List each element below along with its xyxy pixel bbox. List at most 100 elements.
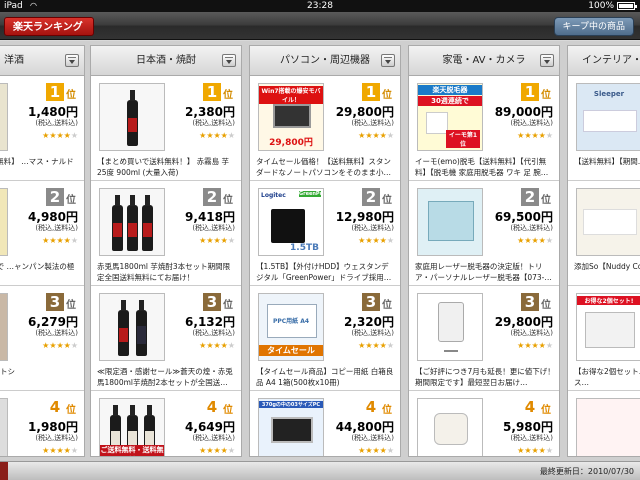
- rating-stars: ★★★★★: [517, 131, 553, 140]
- product-title[interactable]: 【タイムセール商品】コピー用紙 白箱良品 A4 1箱(500枚x10冊): [256, 366, 396, 388]
- ranking-item[interactable]: 4位 1,980円 (税込,送料込) ★★★★★: [0, 391, 84, 456]
- product-thumbnail[interactable]: お得な2個セット!: [576, 293, 640, 361]
- star-icon: ★: [56, 131, 64, 140]
- star-icon: ★: [531, 446, 539, 455]
- product-thumbnail[interactable]: Logitec GreenPower 1.5TB: [258, 188, 324, 256]
- star-icon: ★: [545, 341, 553, 350]
- ranking-item[interactable]: Win7搭載の爆安モバイル！ 29,800円 1位 29,800円 (税込,送料…: [250, 76, 400, 181]
- ranking-columns[interactable]: ・洋酒 1位 1,480円 (税込,送料込) ★★★★★ 予定です】【送料無料】…: [0, 41, 640, 461]
- ranking-item[interactable]: 3位 29,800円 (税込,送料込) ★★★★★ 【ご好評につき7月も延長！更…: [409, 286, 559, 391]
- product-title[interactable]: 赤兎馬1800ml 芋焼酎3本セット期間限定全国送料無料にてお届け！: [97, 261, 237, 283]
- ranking-item[interactable]: 1位 2,380円 (税込,送料込) ★★★★★ 【まとめ買いで送料無料！】 赤…: [91, 76, 241, 181]
- tax-note: (税込,送料込): [351, 434, 394, 442]
- star-icon: ★: [213, 446, 221, 455]
- star-icon: ★: [220, 341, 228, 350]
- ranking-item[interactable]: Sleeper 【送料無料】【期間…トルース…: [568, 76, 640, 181]
- column-menu-icon[interactable]: [381, 54, 395, 67]
- product-thumbnail[interactable]: Win7搭載の爆安モバイル！ 29,800円: [258, 83, 324, 151]
- thumbnail-caption: 30週連続で: [418, 96, 482, 106]
- tax-note: (税込,送料込): [35, 434, 78, 442]
- ranking-item[interactable]: 370gの中の03サイズPC 4位 44,800円 (税込,送料込) ★★★★★: [250, 391, 400, 456]
- ranking-item[interactable]: 2位 4,980円 (税込,送料込) ★★★★★ 限り！1本830円で …ャンパ…: [0, 181, 84, 286]
- product-thumbnail[interactable]: ご送料無料・送料無料: [99, 398, 165, 456]
- product-thumbnail[interactable]: 楽天脱毛器 30週連続で イーモ第1位: [417, 83, 483, 151]
- ranking-item[interactable]: Logitec GreenPower 1.5TB 2位 12,980円 (税込,…: [250, 181, 400, 286]
- product-title[interactable]: タイムセール価格！【送料無料】スタンダードなノートパソコンをそのまま小…: [256, 156, 396, 178]
- star-icon: ★: [213, 236, 221, 245]
- product-title[interactable]: 【送料無料】【期間…トルース…: [574, 156, 640, 178]
- product-thumbnail[interactable]: [417, 188, 483, 256]
- product-thumbnail[interactable]: [0, 398, 8, 456]
- product-thumbnail[interactable]: [0, 83, 8, 151]
- ranking-back-button[interactable]: 楽天ランキング: [4, 17, 94, 36]
- star-icon: ★: [220, 446, 228, 455]
- ranking-item[interactable]: PPC用紙 A4 タイムセール 3位 2,320円 (税込,送料込) ★★★★★…: [250, 286, 400, 391]
- thumbnail-caption: お得な2個セット!: [577, 296, 640, 305]
- product-thumbnail[interactable]: [576, 188, 640, 256]
- star-icon: ★: [386, 236, 394, 245]
- tax-note: (税込,送料込): [510, 434, 553, 442]
- thumbnail-caption: PPC用紙 A4: [272, 318, 310, 325]
- product-title[interactable]: 【1.5TB】【外付けHDD】ウェスタンデジタル「GreenPower」ドライブ…: [256, 261, 396, 283]
- thumbnail-caption: Sleeper: [593, 90, 625, 98]
- thumbnail-capacity: 1.5TB: [290, 243, 319, 253]
- kept-items-button[interactable]: キープ中の商品: [553, 17, 634, 36]
- rank-badge: 3位: [203, 292, 233, 311]
- ranking-item[interactable]: 添加So【Nuddy Cot…: [568, 181, 640, 286]
- product-thumbnail[interactable]: PPC用紙 A4 タイムセール: [258, 293, 324, 361]
- product-title[interactable]: 【ご好評につき7月も延長！更に値下げ！期間限定です】最短翌日お届け…: [415, 366, 555, 388]
- ranking-item[interactable]: 3位 6,279円 (税込,送料込) ★★★★★ パロン・ド・ロートシ: [0, 286, 84, 391]
- tax-note: (税込,送料込): [35, 224, 78, 232]
- product-title[interactable]: 家庭用レーザー脱毛器の決定版！トリア・パーソナルレーザー脱毛器【073-…: [415, 261, 555, 283]
- category-column-interior: インテリア・ Sleeper 【送料無料】【期間…トルース… 添加So【Nudd…: [567, 45, 640, 457]
- product-thumbnail[interactable]: [0, 188, 8, 256]
- ranking-item[interactable]: 3位 6,132円 (税込,送料込) ★★★★★ ≪限定酒・感謝セール≫蒼天の煌…: [91, 286, 241, 391]
- last-updated-label: 最終更新日：2010/07/30: [539, 467, 634, 476]
- rating-stars: ★★★★★: [42, 341, 78, 350]
- product-title[interactable]: 予定です】【送料無料】 …マス・ナルドー 【正規: [0, 156, 80, 178]
- column-menu-icon[interactable]: [65, 54, 79, 67]
- product-title[interactable]: 限り！1本830円で …ャンパン製法の極上…: [0, 261, 80, 283]
- star-icon: ★: [63, 236, 71, 245]
- product-thumbnail[interactable]: [99, 293, 165, 361]
- star-icon: ★: [372, 131, 380, 140]
- rank-badge: 1位: [362, 82, 392, 101]
- product-title[interactable]: 【まとめ買いで送料無料！】 赤霧島 芋 25度 900ml (大量入荷): [97, 156, 237, 178]
- star-icon: ★: [70, 341, 78, 350]
- product-thumbnail[interactable]: [417, 293, 483, 361]
- product-thumbnail[interactable]: [576, 398, 640, 456]
- ranking-item[interactable]: 4位 5,980円 (税込,送料込) ★★★★★: [409, 391, 559, 456]
- product-title[interactable]: ≪限定酒・感謝セール≫蒼天の煌・赤兎馬1800ml芋焼酎2本セットが全国送…: [97, 366, 237, 388]
- star-icon: ★: [70, 236, 78, 245]
- column-menu-icon[interactable]: [222, 54, 236, 67]
- product-title[interactable]: パロン・ド・ロートシ: [0, 366, 80, 388]
- star-icon: ★: [63, 446, 71, 455]
- ranking-item[interactable]: お得な2個セット! 【お得な2個セット…ラク引き出しチェス…: [568, 286, 640, 391]
- star-icon: ★: [56, 446, 64, 455]
- mattress-image: [583, 110, 637, 132]
- product-thumbnail[interactable]: 370gの中の03サイズPC: [258, 398, 324, 456]
- star-icon: ★: [227, 446, 235, 455]
- star-icon: ★: [538, 131, 546, 140]
- ranking-item[interactable]: 1位 1,480円 (税込,送料込) ★★★★★ 予定です】【送料無料】 …マス…: [0, 76, 84, 181]
- tax-note: (税込,送料込): [351, 329, 394, 337]
- product-thumbnail[interactable]: [99, 188, 165, 256]
- rank-badge: 2位: [203, 187, 233, 206]
- ranking-item[interactable]: 楽天脱毛器 30週連続で イーモ第1位 1位 89,000円 (税込,送料込) …: [409, 76, 559, 181]
- ranking-item[interactable]: 2位 9,418円 (税込,送料込) ★★★★★ 赤兎馬1800ml 芋焼酎3本…: [91, 181, 241, 286]
- product-title[interactable]: 添加So【Nuddy Cot…: [574, 261, 640, 283]
- product-thumbnail[interactable]: [99, 83, 165, 151]
- column-menu-icon[interactable]: [540, 54, 554, 67]
- product-title[interactable]: イーモ(emo)脱毛【送料無料】【代引無料】【脱毛機 家庭用脱毛器 ワキ 足 腕…: [415, 156, 555, 178]
- column-title: インテリア・: [582, 55, 640, 66]
- rating-stars: ★★★★★: [42, 236, 78, 245]
- thumbnail-caption: 楽天脱毛器: [418, 85, 482, 95]
- ranking-item[interactable]: ご送料無料・送料無料 4位 4,649円 (税込,送料込) ★★★★★: [91, 391, 241, 456]
- column-header: インテリア・: [568, 46, 640, 76]
- ranking-item[interactable]: [568, 391, 640, 456]
- product-title[interactable]: 【お得な2個セット…ラク引き出しチェス…: [574, 366, 640, 388]
- product-thumbnail[interactable]: [417, 398, 483, 456]
- ranking-item[interactable]: 2位 69,500円 (税込,送料込) ★★★★★ 家庭用レーザー脱毛器の決定版…: [409, 181, 559, 286]
- product-thumbnail[interactable]: Sleeper: [576, 83, 640, 151]
- product-thumbnail[interactable]: [0, 293, 8, 361]
